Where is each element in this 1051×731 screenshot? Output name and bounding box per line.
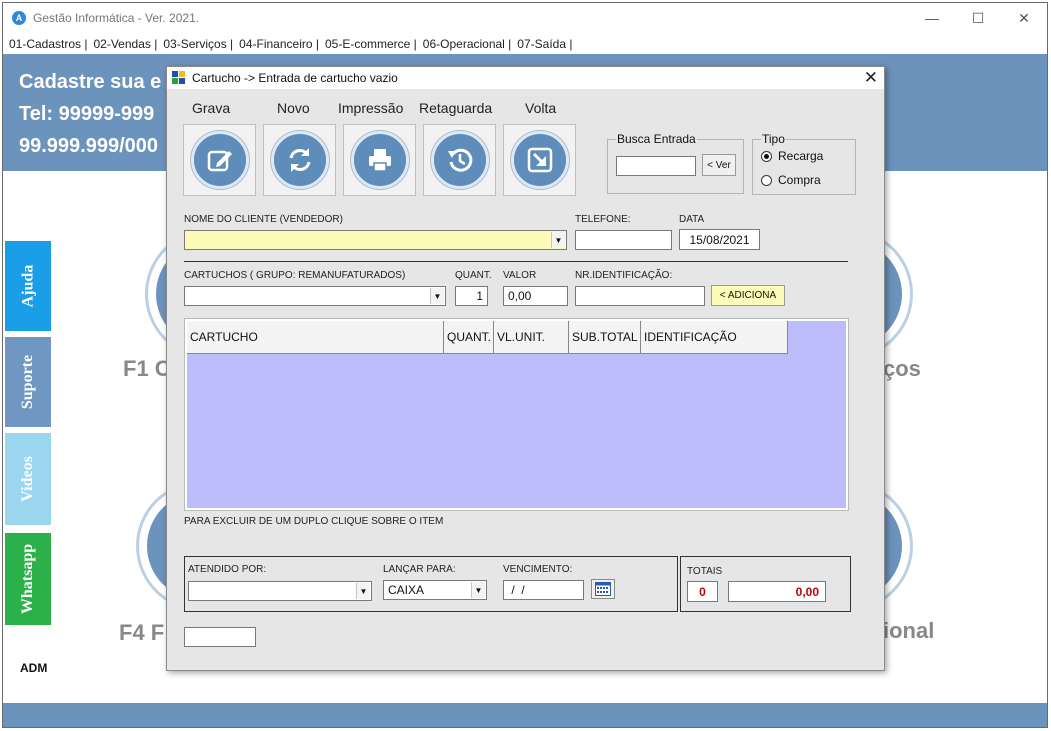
menubar: 01-Cadastros | 02-Vendas | 03-Serviços |…: [3, 33, 1047, 54]
volta-label: Volta: [525, 100, 557, 116]
tipo-title: Tipo: [761, 132, 786, 146]
printer-icon: [350, 131, 409, 189]
bottom-input[interactable]: [184, 627, 256, 647]
novo-button[interactable]: [263, 124, 336, 196]
banner-line-3: 99.999.999/000: [19, 135, 159, 157]
cartucho-dialog: Cartucho -> Entrada de cartucho vazio ✕ …: [166, 66, 885, 671]
menu-servicos[interactable]: 03-Serviços |: [163, 37, 233, 51]
radio-compra-label: Compra: [778, 173, 821, 187]
side-tab-suporte[interactable]: Suporte: [5, 337, 51, 427]
radio-compra-dot: [761, 174, 772, 186]
totais-count: 0: [687, 581, 718, 602]
adiciona-button[interactable]: < ADICIONA: [711, 285, 785, 306]
atendido-dropdown[interactable]: ▼: [188, 581, 372, 601]
footer-bar: [3, 703, 1047, 727]
items-grid[interactable]: CARTUCHO QUANT. VL.UNIT. SUB.TOTAL IDENT…: [184, 318, 849, 511]
radio-compra[interactable]: Compra: [761, 173, 821, 187]
telefone-label: TELEFONE:: [575, 214, 631, 225]
retaguarda-button[interactable]: [423, 124, 496, 196]
data-input[interactable]: 15/08/2021: [679, 229, 760, 250]
totais-amount: 0,00: [728, 581, 826, 602]
chevron-down-icon[interactable]: ▼: [471, 582, 485, 598]
col-quant[interactable]: QUANT.: [444, 321, 494, 354]
delete-hint: PARA EXCLUIR DE UM DUPLO CLIQUE SOBRE O …: [184, 516, 444, 527]
app-titlebar: A Gestão Informática - Ver. 2021. — ☐ ✕: [3, 3, 1047, 33]
separator-line: [184, 261, 848, 262]
nr-identificacao-input[interactable]: [575, 286, 705, 306]
menu-financeiro[interactable]: 04-Financeiro |: [239, 37, 319, 51]
lancar-label: LANÇAR PARA:: [383, 564, 456, 575]
chevron-down-icon[interactable]: ▼: [356, 583, 370, 599]
side-tab-videos[interactable]: Videos: [5, 433, 51, 525]
grava-button[interactable]: [183, 124, 256, 196]
menu-saida[interactable]: 07-Saída |: [517, 37, 572, 51]
novo-label: Novo: [277, 100, 310, 116]
cliente-dropdown[interactable]: ▼: [184, 230, 567, 250]
radio-recarga-label: Recarga: [778, 149, 824, 163]
col-vl-unit[interactable]: VL.UNIT.: [494, 321, 569, 354]
menu-operacional[interactable]: 06-Operacional |: [423, 37, 512, 51]
banner-line-1: Cadastre sua e: [19, 71, 162, 93]
busca-entrada-title: Busca Entrada: [616, 132, 697, 146]
nr-identificacao-label: NR.IDENTIFICAÇÃO:: [575, 270, 673, 281]
valor-label: VALOR: [503, 270, 537, 281]
lancar-value: CAIXA: [388, 583, 425, 597]
calendar-icon: [595, 582, 611, 596]
dialog-titlebar: Cartucho -> Entrada de cartucho vazio ✕: [167, 67, 884, 89]
close-button[interactable]: ✕: [1001, 3, 1047, 33]
data-label: DATA: [679, 214, 705, 225]
dialog-close-button[interactable]: ✕: [864, 68, 878, 88]
lancar-dropdown[interactable]: CAIXA ▼: [383, 580, 487, 600]
vencimento-label: VENCIMENTO:: [503, 564, 573, 575]
telefone-input[interactable]: [575, 230, 672, 250]
arrow-down-right-icon: [510, 131, 569, 189]
col-identificacao[interactable]: IDENTIFICAÇÃO: [641, 321, 788, 354]
cliente-label: NOME DO CLIENTE (VENDEDOR): [184, 214, 343, 225]
side-tab-ajuda[interactable]: Ajuda: [5, 241, 51, 331]
vencimento-input[interactable]: / /: [503, 580, 584, 600]
totais-label: TOTAIS: [687, 566, 723, 577]
history-icon: [430, 131, 489, 189]
dialog-title: Cartucho -> Entrada de cartucho vazio: [192, 71, 398, 85]
ver-button[interactable]: < Ver: [702, 154, 736, 176]
current-user: ADM: [20, 661, 48, 675]
edit-icon: [190, 131, 249, 189]
side-tab-whatsapp[interactable]: Whatsapp: [5, 533, 51, 625]
shortcut-label-operacional: ional: [883, 618, 935, 643]
volta-button[interactable]: [503, 124, 576, 196]
valor-input[interactable]: 0,00: [503, 286, 568, 306]
radio-recarga[interactable]: Recarga: [761, 149, 823, 163]
impressao-button[interactable]: [343, 124, 416, 196]
banner-line-2: Tel: 99999-999: [19, 103, 155, 125]
menu-vendas[interactable]: 02-Vendas |: [94, 37, 158, 51]
impressao-label: Impressão: [338, 100, 404, 116]
minimize-button[interactable]: —: [909, 3, 955, 33]
cartuchos-dropdown[interactable]: ▼: [184, 286, 446, 306]
chevron-down-icon[interactable]: ▼: [551, 232, 565, 248]
calendar-button[interactable]: [591, 579, 615, 599]
retaguarda-label: Retaguarda: [419, 100, 493, 116]
cartuchos-label: CARTUCHOS ( GRUPO: REMANUFATURADOS): [184, 270, 406, 281]
maximize-button[interactable]: ☐: [955, 3, 1001, 33]
dialog-app-icon: [172, 71, 186, 85]
col-cartucho[interactable]: CARTUCHO: [187, 321, 444, 354]
busca-entrada-input[interactable]: [616, 156, 696, 176]
quant-label: QUANT.: [455, 270, 492, 281]
col-sub-total[interactable]: SUB.TOTAL: [569, 321, 641, 354]
app-logo-icon: A: [12, 11, 26, 25]
grava-label: Grava: [192, 100, 231, 116]
chevron-down-icon[interactable]: ▼: [430, 288, 444, 304]
grid-header: CARTUCHO QUANT. VL.UNIT. SUB.TOTAL IDENT…: [187, 321, 788, 354]
quant-input[interactable]: 1: [455, 286, 488, 306]
shortcut-label-servicos: ços: [883, 356, 921, 381]
shortcut-label-f1: F1 C: [123, 356, 171, 381]
menu-cadastros[interactable]: 01-Cadastros |: [9, 37, 88, 51]
atendido-label: ATENDIDO POR:: [188, 564, 267, 575]
shortcut-label-f4: F4 F: [119, 620, 165, 645]
menu-ecommerce[interactable]: 05-E-commerce |: [325, 37, 417, 51]
radio-recarga-dot: [761, 150, 772, 162]
app-title: Gestão Informática - Ver. 2021.: [33, 11, 200, 25]
refresh-icon: [270, 131, 329, 189]
